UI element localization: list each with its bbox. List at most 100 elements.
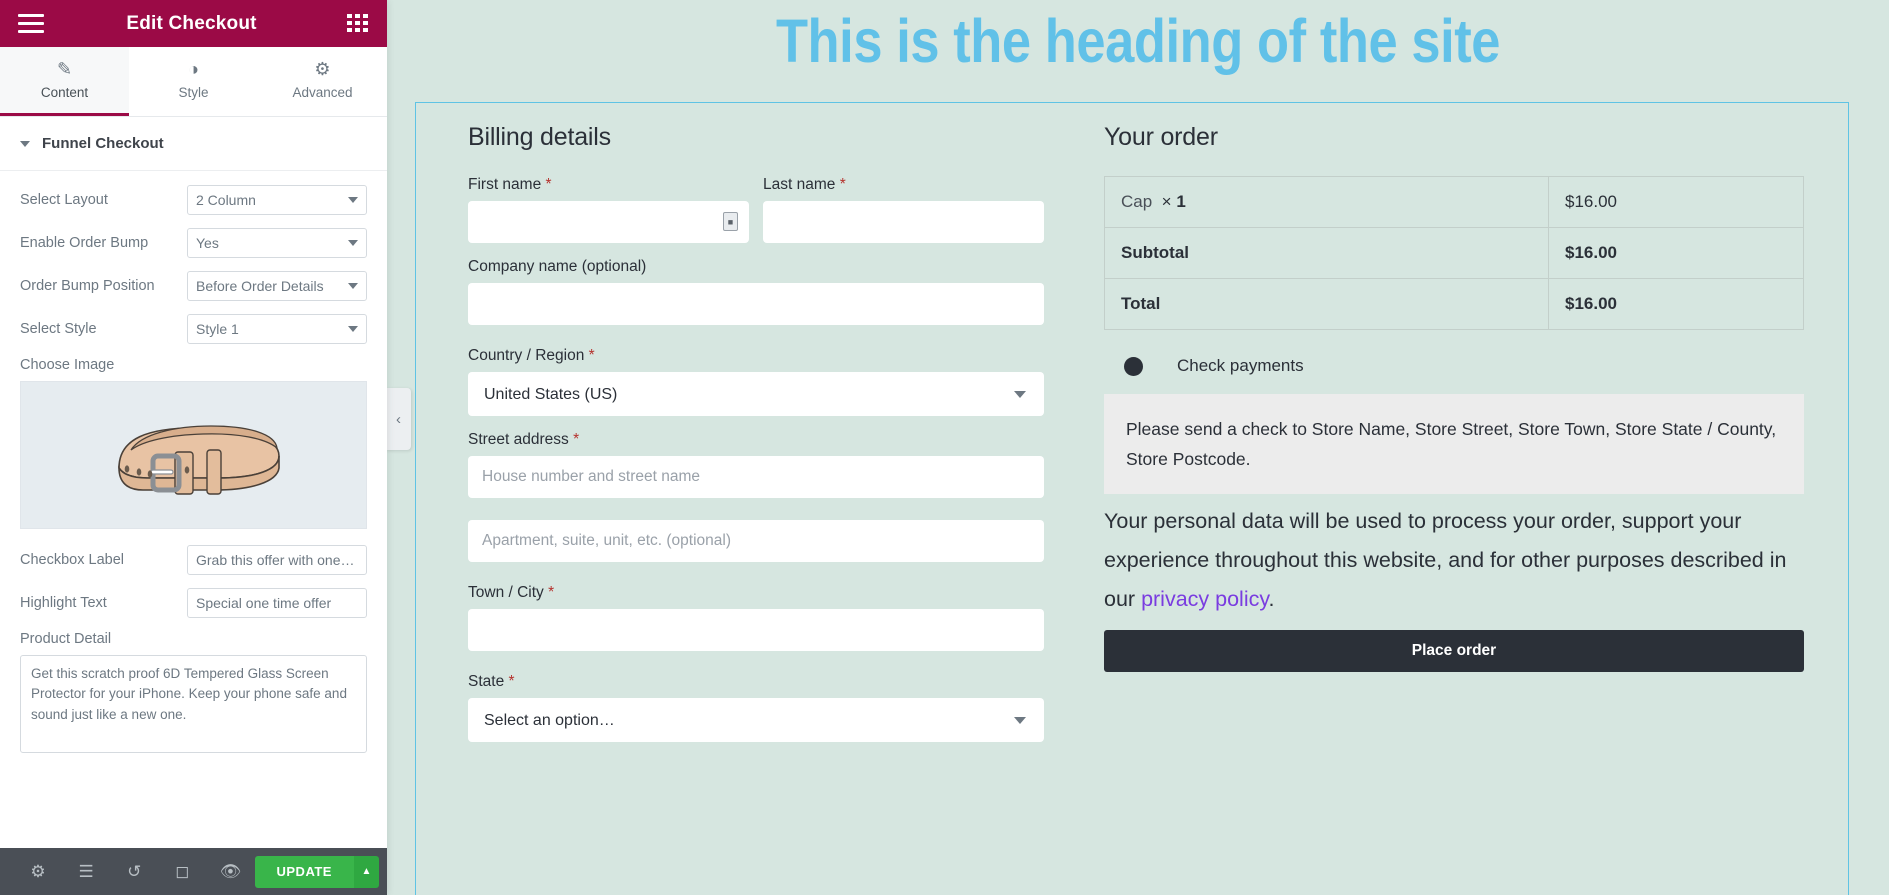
payment-method-check[interactable]: Check payments (1124, 356, 1804, 376)
field-first-name: First name * ■ (468, 176, 749, 243)
layers-icon[interactable]: ☰ (62, 848, 110, 895)
chevron-up-icon[interactable]: ▲ (353, 855, 379, 888)
payment-method-label: Check payments (1177, 356, 1304, 375)
gear-icon: ⚙ (314, 59, 331, 79)
state-label: State * (468, 673, 515, 690)
state-select[interactable]: Select an option… (468, 698, 1044, 742)
order-item-cell: Cap × 1 (1104, 176, 1549, 228)
control-label: Checkbox Label (20, 552, 124, 568)
control-order-bump-position: Order Bump Position Before Order Details (20, 271, 367, 301)
update-button[interactable]: UPDATE (254, 855, 354, 888)
tab-content[interactable]: ✎ Content (0, 47, 129, 116)
control-label: Select Layout (20, 192, 108, 208)
table-row: Cap × 1 $16.00 (1104, 176, 1804, 228)
control-enable-order-bump: Enable Order Bump Yes (20, 228, 367, 258)
country-region-select[interactable]: United States (US) (468, 372, 1044, 416)
product-detail-textarea[interactable]: Get this scratch proof 6D Tempered Glass… (20, 655, 367, 753)
select-style-dropdown[interactable]: Style 1 (187, 314, 367, 344)
first-name-input[interactable] (468, 201, 749, 243)
section-funnel-checkout[interactable]: Funnel Checkout (0, 117, 387, 171)
required-marker: * (545, 176, 552, 193)
autofill-icon[interactable]: ■ (723, 212, 738, 231)
field-state: State * Select an option… (468, 673, 1044, 742)
times-symbol: × (1161, 192, 1172, 211)
control-label: Order Bump Position (20, 278, 155, 294)
product-name: Cap (1121, 192, 1153, 211)
checkout-widget: Billing details First name * ■ Last name… (415, 102, 1849, 895)
gear-icon[interactable]: ⚙ (14, 848, 62, 895)
elementor-editor: Edit Checkout ✎ Content ◑ Style ⚙ Advanc… (0, 0, 1889, 895)
company-name-input[interactable] (468, 283, 1044, 325)
your-order-heading: Your order (1104, 123, 1218, 151)
tab-advanced[interactable]: ⚙ Advanced (258, 47, 387, 116)
panel-body: Select Layout 2 Column Enable Order Bump… (0, 171, 387, 848)
country-region-label: Country / Region * (468, 347, 595, 364)
control-label: Select Style (20, 321, 97, 337)
required-marker: * (573, 431, 580, 448)
panel-title: Edit Checkout (126, 12, 257, 34)
select-layout-dropdown[interactable]: 2 Column (187, 185, 367, 215)
place-order-button[interactable]: Place order (1104, 629, 1804, 672)
choose-image-label: Choose Image (20, 357, 115, 373)
product-detail-label: Product Detail (20, 631, 112, 647)
panel-header: Edit Checkout (0, 0, 387, 47)
field-address-line-2 (468, 520, 1044, 562)
chevron-down-icon (20, 140, 30, 147)
eye-icon[interactable]: 👁 (206, 848, 254, 895)
editor-panel: Edit Checkout ✎ Content ◑ Style ⚙ Advanc… (0, 0, 387, 895)
privacy-policy-link[interactable]: privacy policy (1141, 587, 1268, 611)
checkbox-label-input[interactable] (187, 545, 367, 575)
field-company-name: Company name (optional) (468, 258, 1044, 325)
subtotal-price: $16.00 (1548, 227, 1804, 279)
field-street-address: Street address * (468, 431, 1044, 498)
product-quantity: 1 (1176, 192, 1186, 211)
tab-style-label: Style (178, 85, 209, 100)
required-marker: * (548, 584, 555, 601)
last-name-input[interactable] (763, 201, 1044, 243)
required-marker: * (508, 673, 515, 690)
control-label: Highlight Text (20, 595, 107, 611)
chevron-left-icon[interactable]: ‹ (387, 388, 411, 450)
control-highlight-text: Highlight Text (20, 588, 367, 618)
panel-tabs: ✎ Content ◑ Style ⚙ Advanced (0, 47, 387, 117)
street-address-input[interactable] (468, 456, 1044, 498)
field-country-region: Country / Region * United States (US) (468, 347, 1044, 416)
total-label: Total (1121, 294, 1161, 313)
choose-image-preview[interactable] (20, 381, 367, 529)
privacy-text-after: . (1268, 587, 1275, 612)
table-row: Subtotal $16.00 (1104, 227, 1804, 279)
apartment-suite-input[interactable] (468, 520, 1044, 562)
order-item-price: $16.00 (1548, 176, 1804, 228)
tab-style[interactable]: ◑ Style (129, 47, 258, 116)
preview-canvas: ‹ This is the heading of the site Billin… (387, 0, 1889, 895)
control-checkbox-label: Checkbox Label (20, 545, 367, 575)
tab-advanced-label: Advanced (292, 85, 353, 100)
highlight-text-input[interactable] (187, 588, 367, 618)
table-row: Total $16.00 (1105, 278, 1804, 330)
field-last-name: Last name * (763, 176, 1044, 243)
control-select-layout: Select Layout 2 Column (20, 185, 367, 215)
history-icon[interactable]: ↺ (110, 848, 158, 895)
field-town-city: Town / City * (468, 584, 1044, 651)
required-marker: * (588, 347, 595, 364)
billing-details-column: Billing details First name * ■ Last name… (416, 123, 1076, 895)
radio-selected-icon[interactable] (1124, 356, 1143, 376)
panel-footer: ⚙ ☰ ↺ ◻ 👁 UPDATE ▲ (0, 848, 387, 895)
control-select-style: Select Style Style 1 (20, 314, 367, 344)
subtotal-label: Subtotal (1104, 227, 1549, 279)
order-bump-position-dropdown[interactable]: Before Order Details (187, 271, 367, 301)
total-price: $16.00 (1548, 278, 1804, 330)
section-title-label: Funnel Checkout (42, 135, 164, 152)
control-label: Enable Order Bump (20, 235, 149, 251)
grid-icon[interactable] (347, 13, 369, 34)
last-name-label: Last name * (763, 176, 846, 193)
enable-order-bump-dropdown[interactable]: Yes (187, 228, 367, 258)
responsive-icon[interactable]: ◻ (158, 848, 206, 895)
company-name-label: Company name (optional) (468, 258, 647, 275)
town-city-input[interactable] (468, 609, 1044, 651)
order-summary-table: Cap × 1 $16.00 Subtotal $16.00 Total $16… (1104, 176, 1804, 330)
name-row: First name * ■ Last name * (468, 176, 1044, 258)
page-title: This is the heading of the site (775, 7, 1501, 75)
privacy-policy-text: Your personal data will be used to proce… (1104, 502, 1804, 619)
street-address-label: Street address * (468, 431, 580, 448)
